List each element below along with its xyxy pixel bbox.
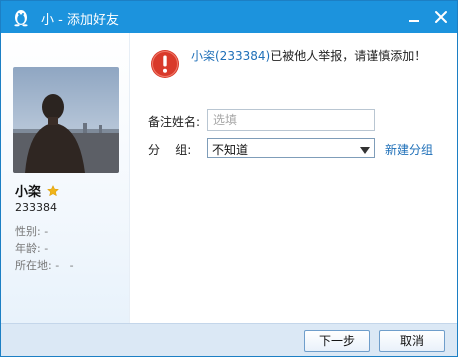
reported-user-link[interactable]: 小栥(233384) bbox=[191, 49, 270, 63]
next-button[interactable]: 下一步 bbox=[304, 330, 370, 352]
nickname: 小栥 bbox=[15, 185, 42, 200]
nickname-row: 小栥 bbox=[15, 181, 59, 200]
warning-icon bbox=[150, 49, 180, 79]
avatar[interactable] bbox=[13, 67, 119, 173]
minimize-icon bbox=[409, 20, 419, 22]
age-line: 年龄: - bbox=[15, 240, 48, 256]
location-label: 所在地: bbox=[15, 259, 52, 272]
warning-message: 小栥(233384)已被他人举报，请谨慎添加！ bbox=[191, 47, 426, 64]
qq-penguin-icon bbox=[11, 7, 31, 27]
group-select[interactable]: 不知道 bbox=[207, 138, 375, 158]
star-icon bbox=[46, 184, 59, 200]
group-label: 分 组: bbox=[148, 143, 192, 157]
close-button[interactable] bbox=[430, 6, 452, 28]
location-line: 所在地: - - bbox=[15, 257, 74, 273]
age-value: - bbox=[44, 242, 49, 255]
cancel-button[interactable]: 取消 bbox=[379, 330, 445, 352]
chevron-down-icon bbox=[360, 144, 370, 158]
add-friend-window: 小 - 添加好友 小栥 233384 性别: - 年龄: - 所在地: - - … bbox=[0, 0, 458, 357]
location-value: - - bbox=[55, 259, 74, 272]
gender-label: 性别: bbox=[15, 225, 41, 238]
age-label: 年龄: bbox=[15, 242, 41, 255]
remark-name-input[interactable] bbox=[207, 109, 375, 131]
warning-text: 已被他人举报，请谨慎添加！ bbox=[270, 49, 427, 63]
window-title: 小 - 添加好友 bbox=[41, 13, 119, 28]
minimize-button[interactable] bbox=[403, 6, 425, 28]
title-bar[interactable]: 小 - 添加好友 bbox=[1, 1, 457, 33]
footer-bar: 下一步 取消 bbox=[1, 323, 457, 356]
qq-number: 233384 bbox=[15, 201, 57, 214]
close-icon bbox=[435, 11, 447, 23]
profile-panel: 小栥 233384 性别: - 年龄: - 所在地: - - bbox=[1, 33, 130, 323]
group-selected-value: 不知道 bbox=[212, 143, 249, 157]
new-group-link[interactable]: 新建分组 bbox=[385, 141, 433, 158]
remark-label: 备注姓名: bbox=[148, 115, 201, 129]
gender-line: 性别: - bbox=[15, 223, 48, 239]
gender-value: - bbox=[44, 225, 49, 238]
